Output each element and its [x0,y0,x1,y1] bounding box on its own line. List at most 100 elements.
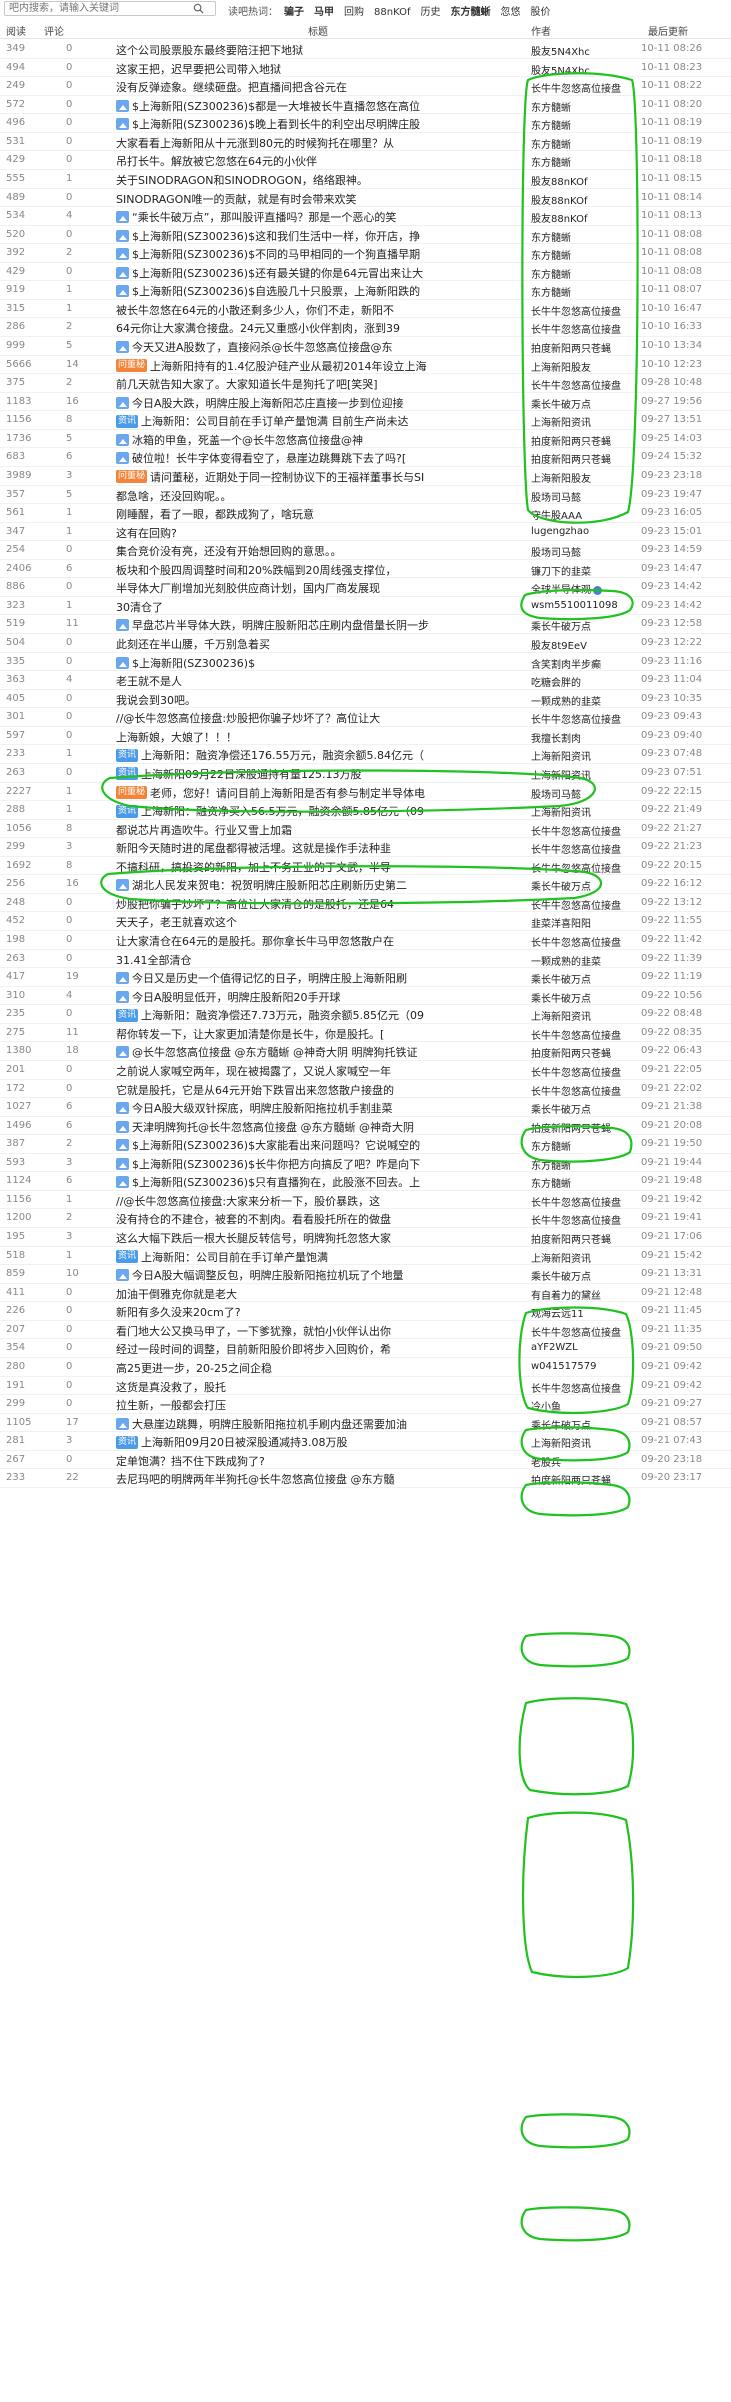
author-name[interactable]: 乘长牛破万点 [531,400,591,411]
author-link[interactable]: 拍度新阳两只苍蝇 [531,1231,627,1246]
hotword-link[interactable]: 88nKOf [374,7,410,18]
hotword-link[interactable]: 东方髓蜥 [450,7,490,18]
author-name[interactable]: 东方髓蜥 [531,140,571,151]
post-title-link[interactable]: 今日A股大级双针探底，明牌庄股新阳拖拉机手割韭菜 [132,1100,393,1116]
post-title-cell[interactable]: 新阳有多久没来20cm了? [116,1304,524,1320]
post-title-cell[interactable]: //@长牛忽悠高位接盘:炒股把你骗子炒坏了？高位让大 [116,710,524,726]
post-title-cell[interactable]: 今日A股大幅调整反包，明牌庄股新阳拖拉机玩了个地量 [116,1267,524,1283]
post-title-link[interactable]: 今日A股大幅调整反包，明牌庄股新阳拖拉机玩了个地量 [132,1267,404,1283]
author-link[interactable]: 拍度新阳两只苍蝇 [531,433,627,448]
search-icon[interactable] [193,3,204,14]
post-title-link[interactable]: 被长牛忽悠在64元的小散还剩多少人，你们不走，新阳不 [116,302,394,318]
author-name[interactable]: 拍度新阳两只苍蝇 [531,455,611,466]
post-title-cell[interactable]: 资讯 上海新阳09月22日深股通持有量125.13万股 [116,766,524,782]
author-link[interactable]: 乘长牛破万点 [531,971,627,986]
author-name[interactable]: 上海新阳资讯 [531,418,591,429]
post-title-cell[interactable]: //@长牛忽悠高位接盘:大家来分析一下，股价暴跌，这 [116,1193,524,1209]
post-title-cell[interactable]: 天津明牌狗托@长牛忽悠高位接盘 @东方髓蜥 @神奇大阴 [116,1119,524,1135]
author-name[interactable]: 吃糖会胖的 [531,678,581,689]
post-title-link[interactable]: //@长牛忽悠高位接盘:大家来分析一下，股价暴跌，这 [116,1193,380,1209]
post-title-link[interactable]: $上海新阳(SZ300236)$自选股几十只股票，上海新阳跌的 [132,283,420,299]
author-name[interactable]: 乘长牛破万点 [531,622,591,633]
author-name[interactable]: 一颗成熟的韭菜 [531,957,601,968]
author-name[interactable]: 股友88nKOf [531,177,587,188]
post-title-cell[interactable]: 资讯 上海新阳09月20日被深股通减持3.08万股 [116,1434,524,1450]
author-link[interactable]: 含笑割肉半步癫 [531,656,627,671]
author-name[interactable]: 拍度新阳两只苍蝇 [531,1476,611,1487]
author-name[interactable]: 有自着力的黛丝 [531,1291,601,1302]
author-name[interactable]: 拍度新阳两只苍蝇 [531,1235,611,1246]
author-link[interactable]: 乘长牛破万点 [531,1268,627,1283]
author-name[interactable]: 上海新阳资讯 [531,771,591,782]
author-link[interactable]: 长牛牛忽悠高位接盘 [531,1380,627,1395]
post-title-link[interactable]: 请问董秘，近期处于同一控制协议下的王福祥董事长与SI [150,469,424,485]
author-link[interactable]: 长牛牛忽悠高位接盘 [531,1083,627,1098]
post-title-cell[interactable]: 今日A股大跌，明牌庄股上海新阳芯庄直接一步到位迎接 [116,395,524,411]
author-name[interactable]: 股友88nKOf [531,214,587,225]
author-name[interactable]: 股友88nKOf [531,196,587,207]
post-title-link[interactable]: 刚睡醒，看了一眼，都跌成狗了，啥玩意 [116,506,314,522]
post-title-cell[interactable]: 这家王把，迟早要把公司带入地狱 [116,61,524,77]
post-title-cell[interactable]: 让大家清仓在64元的是股托。那你拿长牛马甲忽悠散户在 [116,933,524,949]
post-title-cell[interactable]: 此刻还在半山腰，千万别急着买 [116,636,524,652]
post-title-link[interactable]: 早盘芯片半导体大跌，明牌庄股新阳芯庄刷内盘借量长阴一步 [132,617,429,633]
author-name[interactable]: 观海云远11 [531,1309,584,1320]
post-title-link[interactable]: 不搞科研，搞投资的新阳，加上不务正业的丁文武，半导 [116,859,391,875]
author-link[interactable]: 股友8t9EeV [531,637,627,652]
author-link[interactable]: 长牛牛忽悠高位接盘 [531,303,627,318]
author-name[interactable]: 乘长牛破万点 [531,1421,591,1432]
author-link[interactable]: wsm5510011098 [531,600,627,611]
post-title-cell[interactable]: 湖北人民发来贺电：祝贺明牌庄股新阳芯庄刷新历史第二 [116,877,524,893]
author-name[interactable]: 长牛牛忽悠高位接盘 [531,325,621,336]
post-title-cell[interactable]: 资讯 上海新阳：融资净买入56.5万元，融资余额5.85亿元（09 [116,803,524,819]
post-title-link[interactable]: 没有反弹迹象。继续砸盘。把直播间把含谷元在 [116,79,347,95]
author-link[interactable]: 拍度新阳两只苍蝇 [531,340,627,355]
post-title-cell[interactable]: $上海新阳(SZ300236)$ [116,655,524,671]
author-name[interactable]: 上海新阳资讯 [531,1439,591,1450]
author-name[interactable]: 东方髓蜥 [531,270,571,281]
author-link[interactable]: 东方髓蜥 [531,229,627,244]
post-title-link[interactable]: 冰箱的甲鱼，死盖一个@长牛忽悠高位接盘@神 [132,432,363,448]
author-name[interactable]: 长牛牛忽悠高位接盘 [531,938,621,949]
author-link[interactable]: 乘长牛破万点 [531,618,627,633]
post-title-cell[interactable]: 没有反弹迹象。继续砸盘。把直播间把含谷元在 [116,79,524,95]
post-title-link[interactable]: 30清仓了 [116,599,163,615]
post-title-link[interactable]: 前几天就告知大家了。大家知道长牛是狗托了吧[笑哭] [116,376,378,392]
hotword-link[interactable]: 回购 [344,7,364,18]
author-name[interactable]: 我擅长割肉 [531,734,581,745]
post-title-cell[interactable]: 没有持仓的不建仓，被套的不割肉。看看股托所在的做盘 [116,1211,524,1227]
post-title-cell[interactable]: 这货是真没救了，股托 [116,1379,524,1395]
post-title-link[interactable]: 上海新阳：公司目前在手订单产量饱满 目前生产尚未达 [141,413,409,429]
post-title-cell[interactable]: $上海新阳(SZ300236)$长牛你把方向搞反了吧？咋是向下 [116,1156,524,1172]
post-title-link[interactable]: 加油干倒雅克你就是老大 [116,1286,237,1302]
author-name[interactable]: 上海新阳股友 [531,363,591,374]
post-title-cell[interactable]: 资讯 上海新阳：公司目前在手订单产量饱满 目前生产尚未达 [116,413,524,429]
post-title-link[interactable]: 老王就不是人 [116,673,182,689]
post-title-link[interactable]: 老师，您好！请问目前上海新阳是否有参与制定半导体电 [150,785,425,801]
post-title-cell[interactable]: 帮你转发一下，让大家更加清楚你是长牛，你是股托。[ [116,1026,524,1042]
post-title-link[interactable]: 让大家清仓在64元的是股托。那你拿长牛马甲忽悠散户在 [116,933,394,949]
post-title-link[interactable]: 这有在回购? [116,525,177,541]
author-name[interactable]: 东方髓蜥 [531,1161,571,1172]
post-title-cell[interactable]: 高25更进一步，20-25之间企稳 [116,1360,524,1376]
post-title-cell[interactable]: 我说会到30吧。 [116,692,524,708]
author-link[interactable]: 乘长牛破万点 [531,1417,627,1432]
author-link[interactable]: 长牛牛忽悠高位接盘 [531,897,627,912]
post-title-link[interactable]: SINODRAGON唯一的贡献，就是有时会带来欢笑 [116,191,357,207]
post-title-link[interactable]: $上海新阳(SZ300236)$不同的马甲相同的一个狗直播早期 [132,246,420,262]
author-name[interactable]: 乘长牛破万点 [531,1105,591,1116]
author-link[interactable]: 股友88nKOf [531,210,627,225]
post-title-link[interactable]: 上海新阳：公司目前在手订单产量饱满 [141,1249,328,1265]
author-name[interactable]: 守牛股AAA [531,511,582,522]
post-title-cell[interactable]: 大悬崖边跳舞，明牌庄股新阳拖拉机手刷内盘还需要加油 [116,1416,524,1432]
author-name[interactable]: 东方髓蜥 [531,121,571,132]
post-title-link[interactable]: 都急啥，还没回购呢。。 [116,488,232,504]
post-title-link[interactable]: 之前说人家喊空两年，现在被揭露了，又说人家喊空一年 [116,1063,391,1079]
post-title-cell[interactable]: 半导体大厂削增加光刻胶供应商计划，国内厂商发展现 [116,580,524,596]
author-link[interactable]: 东方髓蜥 [531,247,627,262]
post-title-link[interactable]: $上海新阳(SZ300236)$这和我们生活中一样，你开店，挣 [132,228,420,244]
author-link[interactable]: 股友88nKOf [531,192,627,207]
author-link[interactable]: 上海新阳资讯 [531,748,627,763]
post-title-link[interactable]: 天津明牌狗托@长牛忽悠高位接盘 @东方髓蜥 @神奇大阴 [132,1119,414,1135]
post-title-cell[interactable]: “乘长牛破万点”，那叫股评直播吗？那是一个恶心的笑 [116,209,524,225]
